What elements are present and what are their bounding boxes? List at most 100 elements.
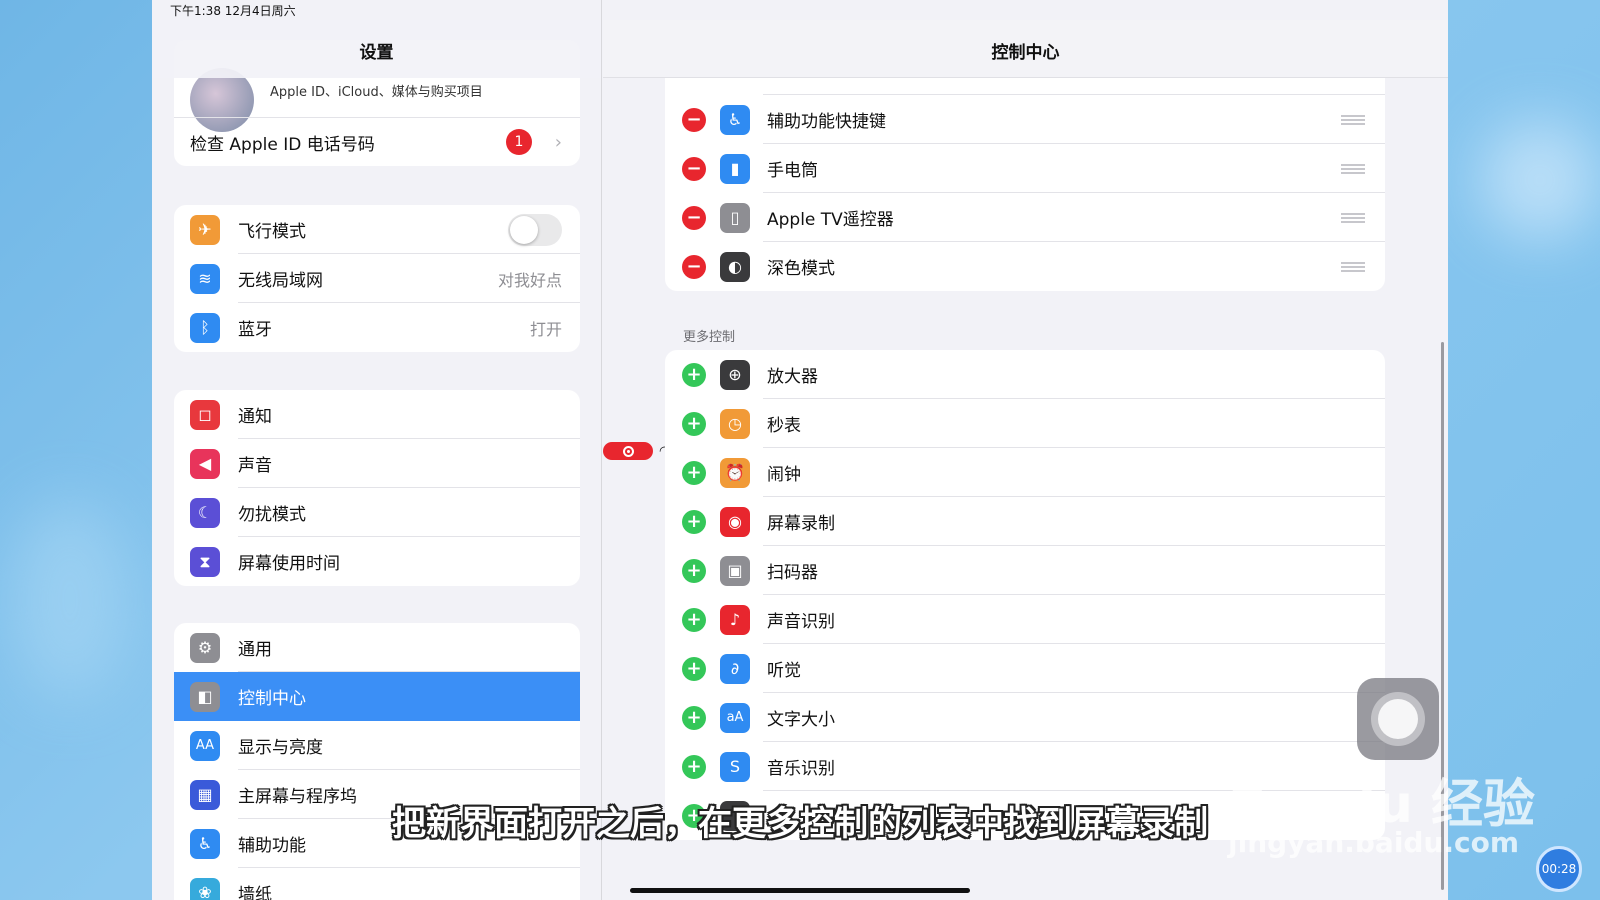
- recording-timer: 00:28: [1536, 846, 1582, 892]
- add-control-button[interactable]: +: [682, 705, 706, 730]
- dark-mode-icon: ◐: [720, 251, 750, 282]
- airplane-mode-toggle[interactable]: [508, 213, 562, 246]
- bluetooth-status: 打开: [529, 319, 562, 339]
- sidebar-item-display-brightness[interactable]: AA 显示与亮度: [174, 721, 580, 770]
- sidebar-item-bluetooth[interactable]: ᛒ 蓝牙 打开: [174, 303, 580, 352]
- control-label: 文字大小: [767, 710, 835, 730]
- included-control-row[interactable]: − ◐ 深色模式: [665, 242, 1385, 291]
- sidebar-item-label: 墙纸: [238, 885, 272, 900]
- sidebar-item-label: 显示与亮度: [238, 738, 323, 758]
- reorder-handle-icon[interactable]: [1341, 114, 1365, 125]
- qr-code-icon: ▣: [720, 555, 750, 586]
- page-title: 设置: [359, 43, 394, 63]
- remove-control-button[interactable]: −: [682, 156, 706, 181]
- control-label: 放大器: [767, 367, 818, 387]
- moon-icon: ☾: [190, 497, 220, 528]
- more-controls-header: 更多控制: [683, 330, 736, 345]
- control-label: 音乐识别: [767, 759, 835, 779]
- sidebar-item-airplane-mode[interactable]: ✈ 飞行模式: [174, 205, 580, 254]
- assistive-touch-icon: [1371, 692, 1425, 746]
- control-label: 扫码器: [767, 563, 818, 583]
- control-label: 屏幕录制: [767, 514, 835, 534]
- text-size-icon: aA: [720, 702, 750, 733]
- connectivity-group: ✈ 飞行模式 ≋ 无线局域网 对我好点 ᛒ 蓝牙 打开: [174, 205, 580, 352]
- assistive-touch-button[interactable]: [1357, 678, 1439, 760]
- stopwatch-icon: ◷: [720, 408, 750, 439]
- more-control-row[interactable]: + ⏰ 闹钟: [665, 448, 1385, 497]
- more-control-row[interactable]: + ▣ 扫码器: [665, 546, 1385, 595]
- add-control-button[interactable]: +: [682, 754, 706, 779]
- more-control-row[interactable]: + ♪ 声音识别: [665, 595, 1385, 644]
- remove-control-button[interactable]: −: [682, 205, 706, 230]
- alarm-icon: ⏰: [720, 457, 750, 488]
- more-control-row-screen-recording[interactable]: + ◉ 屏幕录制: [665, 497, 1385, 546]
- airplane-icon: ✈: [190, 214, 220, 245]
- sidebar-item-general[interactable]: ⚙ 通用: [174, 623, 580, 672]
- notifications-icon: ◻: [190, 399, 220, 430]
- sidebar-item-wifi[interactable]: ≋ 无线局域网 对我好点: [174, 254, 580, 303]
- remove-control-button[interactable]: −: [682, 254, 706, 279]
- wifi-network-name: 对我好点: [497, 270, 562, 290]
- control-label: 闹钟: [767, 465, 801, 485]
- add-control-button[interactable]: +: [682, 607, 706, 632]
- control-label: Apple TV遥控器: [767, 210, 894, 230]
- flashlight-icon: ▮: [720, 153, 750, 184]
- chevron-right-icon: ›: [554, 131, 562, 153]
- reorder-handle-icon[interactable]: [1341, 212, 1365, 223]
- remove-control-button[interactable]: −: [682, 107, 706, 132]
- sidebar-item-notifications[interactable]: ◻ 通知: [174, 390, 580, 439]
- reorder-handle-icon[interactable]: [1341, 261, 1365, 272]
- included-control-row[interactable]: − ♿ 辅助功能快捷键: [665, 95, 1385, 144]
- included-control-row[interactable]: − ▯ Apple TV遥控器: [665, 193, 1385, 242]
- hourglass-icon: ⧗: [190, 546, 220, 577]
- sidebar-item-label: 勿扰模式: [238, 505, 306, 525]
- add-control-button[interactable]: +: [682, 411, 706, 436]
- shazam-icon: S: [720, 751, 750, 782]
- sidebar-item-label: 无线局域网: [238, 271, 323, 291]
- more-control-row[interactable]: + ∂ 听觉: [665, 644, 1385, 693]
- sidebar-item-screen-time[interactable]: ⧗ 屏幕使用时间: [174, 537, 580, 586]
- display-icon: AA: [190, 730, 220, 761]
- add-control-button[interactable]: +: [682, 558, 706, 583]
- sidebar-item-sounds[interactable]: ◀ 声音: [174, 439, 580, 488]
- remote-icon: ▯: [720, 202, 750, 233]
- bluetooth-icon: ᛒ: [190, 312, 220, 343]
- add-control-button[interactable]: +: [682, 362, 706, 387]
- included-controls-group: − ♿ 辅助功能快捷键 − ▮ 手电筒 − ▯ Apple TV遥控器 − ◐ …: [665, 46, 1385, 291]
- wallpaper-icon: ❀: [190, 877, 220, 900]
- add-control-button[interactable]: +: [682, 509, 706, 534]
- check-apple-id-row[interactable]: 检查 Apple ID 电话号码 1 ›: [174, 117, 580, 166]
- general-group: ⚙ 通用 ◧ 控制中心 AA 显示与亮度 ▦ 主屏幕与程序坞 ♿ 辅助功能 ❀ …: [174, 623, 580, 900]
- hearing-icon: ∂: [720, 653, 750, 684]
- screen-record-icon: ◉: [720, 506, 750, 537]
- check-apple-id-label: 检查 Apple ID 电话号码: [190, 134, 375, 155]
- included-control-row[interactable]: − ▮ 手电筒: [665, 144, 1385, 193]
- control-center-icon: ◧: [190, 681, 220, 712]
- settings-sidebar: 设置 Apple ID、iCloud、媒体与购买项目 检查 Apple ID 电…: [152, 0, 602, 900]
- sidebar-item-wallpaper[interactable]: ❀ 墙纸: [174, 868, 580, 900]
- more-control-row[interactable]: + aA 文字大小: [665, 693, 1385, 742]
- more-control-row[interactable]: + ⊕ 放大器: [665, 350, 1385, 399]
- sidebar-nav-bar: 设置: [152, 20, 601, 78]
- sidebar-item-label: 控制中心: [238, 689, 306, 709]
- control-label: 手电筒: [767, 161, 818, 181]
- video-subtitle: 把新界面打开之后，在更多控制的列表中找到屏幕录制: [392, 804, 1208, 844]
- magnifier-icon: ⊕: [720, 359, 750, 390]
- reorder-handle-icon[interactable]: [1341, 163, 1365, 174]
- control-label: 深色模式: [767, 259, 835, 279]
- sidebar-item-do-not-disturb[interactable]: ☾ 勿扰模式: [174, 488, 580, 537]
- add-control-button[interactable]: +: [682, 656, 706, 681]
- control-label: 辅助功能快捷键: [767, 112, 886, 132]
- sidebar-item-control-center[interactable]: ◧ 控制中心: [174, 672, 580, 721]
- sidebar-item-label: 飞行模式: [238, 222, 306, 242]
- sidebar-item-label: 声音: [238, 456, 272, 476]
- wifi-icon: ≋: [190, 263, 220, 294]
- sidebar-item-label: 通知: [238, 407, 272, 427]
- home-indicator[interactable]: [630, 888, 970, 893]
- more-control-row[interactable]: + ◷ 秒表: [665, 399, 1385, 448]
- account-subtitle[interactable]: Apple ID、iCloud、媒体与购买项目: [270, 81, 483, 100]
- add-control-button[interactable]: +: [682, 460, 706, 485]
- gear-icon: ⚙: [190, 632, 220, 663]
- sidebar-item-label: 蓝牙: [238, 320, 272, 340]
- control-label: 听觉: [767, 661, 801, 681]
